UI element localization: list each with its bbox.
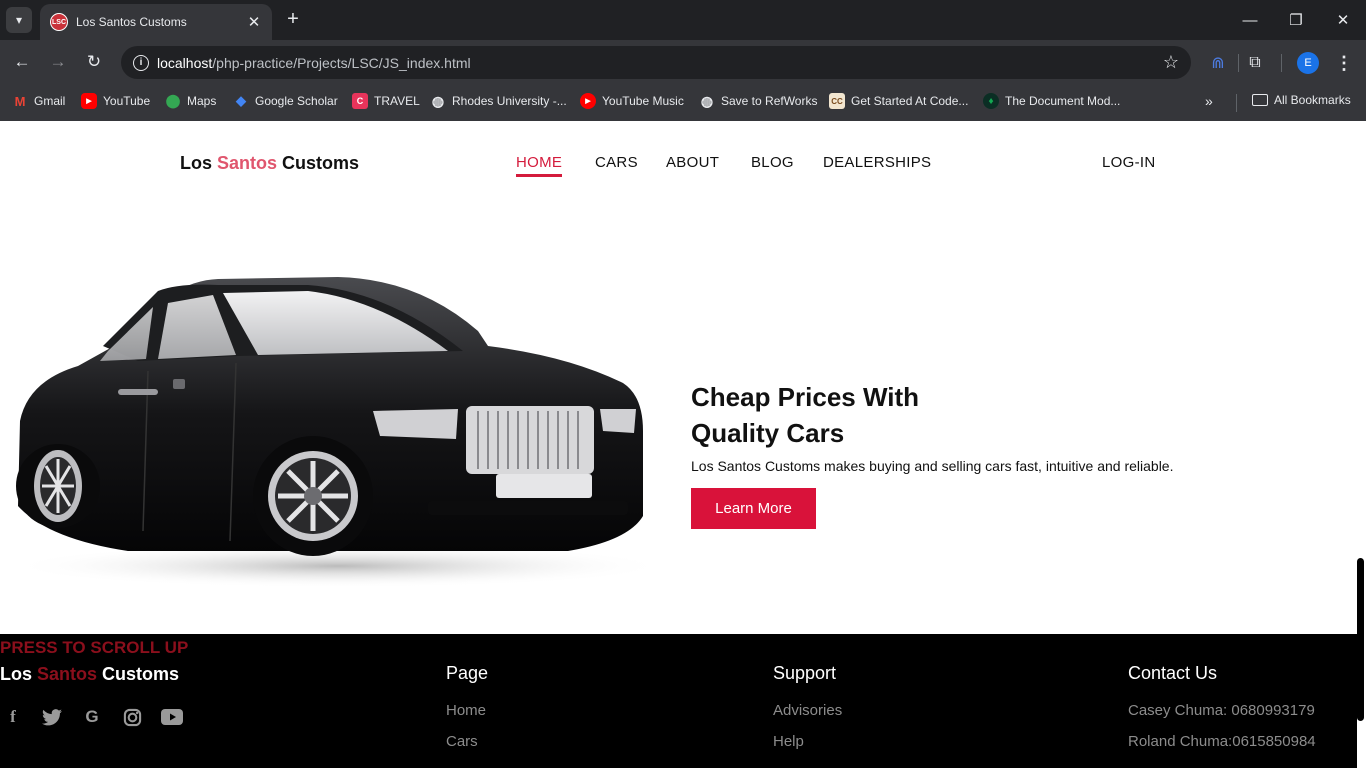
globe-icon: ◍	[700, 92, 714, 109]
logo-part1: Los	[0, 664, 38, 684]
bookmark-label: Save to RefWorks	[721, 94, 818, 108]
page-viewport: Los Santos Customs HOME CARS ABOUT BLOG …	[0, 121, 1366, 768]
bookmarks-divider	[1236, 94, 1237, 112]
back-arrow-icon[interactable]: ←	[10, 50, 34, 74]
all-bookmarks-label: All Bookmarks	[1274, 93, 1351, 107]
instagram-icon[interactable]	[121, 706, 143, 728]
footer-contact-heading: Contact Us	[1128, 663, 1218, 683]
nav-about[interactable]: ABOUT	[666, 154, 719, 171]
footer-link-cars[interactable]: Cars	[446, 733, 478, 750]
logo-part2: Customs	[97, 664, 180, 684]
bookmarks-bar: M Gmail ▶ YouTube ⬤ Maps ◆ Google Scholar CT…	[0, 85, 1366, 121]
footer-link-home[interactable]: Home	[446, 702, 486, 719]
bookmark-label: Google Scholar	[255, 94, 338, 108]
youtube-icon: ▶	[81, 93, 97, 109]
browser-toolbar: ← → ↻ i localhost/php-practice/Projects/…	[0, 40, 1366, 85]
hero-car-image	[8, 277, 668, 588]
bookmark-google-scholar[interactable]: ◆ Google Scholar	[233, 93, 338, 109]
url-path: /php-practice/Projects/LSC/JS_index.html	[212, 54, 471, 71]
footer-contact-roland: Roland Chuma:0615850984	[1128, 733, 1316, 750]
site-favicon-icon: LSC	[50, 13, 68, 31]
hero-description: Los Santos Customs makes buying and sell…	[691, 458, 1174, 474]
bookmark-mongodb[interactable]: ♦ The Document Mod...	[983, 93, 1120, 109]
nav-cars[interactable]: CARS	[595, 154, 638, 171]
scholar-icon: ◆	[236, 93, 246, 108]
footer-contact-casey: Casey Chuma: 0680993179	[1128, 702, 1315, 719]
footer-link-advisories[interactable]: Advisories	[773, 702, 842, 719]
youtube-social-icon[interactable]	[161, 706, 183, 728]
bookmark-codecademy[interactable]: CC Get Started At Code...	[829, 93, 968, 109]
hero-title: Cheap Prices With Quality Cars	[691, 382, 920, 448]
url-host: localhost	[157, 54, 213, 71]
bookmark-travel[interactable]: C TRAVEL	[352, 93, 420, 109]
learn-more-button[interactable]: Learn More	[691, 488, 816, 529]
bookmark-youtube-music[interactable]: ▶ YouTube Music	[580, 93, 684, 109]
bookmark-star-icon[interactable]: ☆	[1163, 52, 1179, 73]
footer-support-heading: Support	[773, 663, 837, 683]
gmail-icon: M	[14, 93, 26, 109]
logo-part1: Los	[180, 153, 218, 173]
logo-accent: Santos	[37, 664, 98, 684]
nav-blog[interactable]: BLOG	[751, 154, 794, 171]
bookmark-maps[interactable]: ⬤ Maps	[165, 93, 217, 109]
nav-dealerships[interactable]: DEALERSHIPS	[823, 154, 931, 171]
reload-icon[interactable]: ↻	[82, 50, 106, 74]
page-scrollbar-thumb[interactable]	[1357, 558, 1364, 721]
mongodb-icon: ♦	[983, 93, 999, 109]
extension-fan-icon[interactable]: ⋒	[1207, 52, 1229, 74]
tab-search-chevron-icon[interactable]: ▾	[6, 7, 32, 33]
bookmark-label: Rhodes University -...	[452, 94, 567, 108]
close-tab-icon[interactable]: ✕	[246, 13, 262, 31]
twitter-icon[interactable]	[41, 706, 63, 728]
forward-arrow-icon[interactable]: →	[46, 50, 70, 74]
profile-avatar[interactable]: E	[1297, 52, 1319, 74]
more-bookmarks-chevron-icon[interactable]: »	[1205, 93, 1213, 109]
site-footer: PRESS TO SCROLL UP Los Santos Customs f …	[0, 634, 1357, 768]
footer-link-help[interactable]: Help	[773, 733, 804, 750]
bookmark-refworks[interactable]: ◍ Save to RefWorks	[699, 92, 818, 109]
bookmark-label: Maps	[187, 94, 217, 108]
new-tab-plus-icon[interactable]: +	[282, 8, 304, 30]
browser-tab-bar: ▾ LSC Los Santos Customs ✕ + — ❐ ✕	[0, 0, 1366, 40]
bookmark-label: The Document Mod...	[1005, 94, 1121, 108]
bookmark-label: YouTube Music	[602, 94, 684, 108]
all-bookmarks-button[interactable]: All Bookmarks	[1252, 93, 1351, 107]
bookmark-label: Gmail	[34, 94, 66, 108]
bookmark-label: YouTube	[103, 94, 151, 108]
bookmark-label: Get Started At Code...	[851, 94, 969, 108]
tab-title: Los Santos Customs	[76, 15, 187, 29]
travel-icon: C	[352, 93, 368, 109]
codecademy-icon: CC	[829, 93, 845, 109]
footer-page-heading: Page	[446, 663, 489, 683]
address-bar[interactable]: i localhost/php-practice/Projects/LSC/JS…	[121, 46, 1191, 79]
site-logo[interactable]: Los Santos Customs	[180, 153, 359, 174]
menu-kebab-icon[interactable]: ⋮	[1333, 52, 1355, 74]
footer-logo[interactable]: Los Santos Customs	[0, 664, 179, 685]
globe-icon: ◍	[431, 92, 445, 109]
browser-tab[interactable]: LSC Los Santos Customs ✕	[40, 4, 272, 40]
scroll-up-link[interactable]: PRESS TO SCROLL UP	[0, 638, 188, 658]
restore-icon[interactable]: ❐	[1284, 8, 1308, 32]
url-text[interactable]: localhost/php-practice/Projects/LSC/JS_i…	[157, 55, 471, 71]
nav-login[interactable]: LOG-IN	[1102, 154, 1155, 171]
google-icon[interactable]: G	[81, 706, 103, 728]
bookmark-rhodes-university[interactable]: ◍ Rhodes University -...	[430, 93, 567, 109]
toolbar-divider	[1281, 54, 1282, 72]
bookmark-gmail[interactable]: M Gmail	[12, 93, 66, 109]
facebook-icon[interactable]: f	[2, 706, 24, 728]
logo-accent: Santos	[217, 153, 278, 173]
extensions-puzzle-icon[interactable]: ⧉	[1244, 52, 1266, 74]
close-window-icon[interactable]: ✕	[1331, 8, 1355, 32]
maps-icon: ⬤	[165, 93, 181, 108]
bookmark-label: TRAVEL	[374, 94, 420, 108]
site-info-icon[interactable]: i	[133, 54, 149, 71]
youtube-music-icon: ▶	[580, 93, 596, 109]
bookmark-youtube[interactable]: ▶ YouTube	[81, 93, 150, 109]
minimize-icon[interactable]: —	[1238, 8, 1262, 32]
toolbar-divider	[1238, 54, 1239, 72]
nav-home[interactable]: HOME	[516, 154, 563, 177]
folder-icon	[1252, 94, 1268, 106]
logo-part2: Customs	[277, 153, 360, 173]
